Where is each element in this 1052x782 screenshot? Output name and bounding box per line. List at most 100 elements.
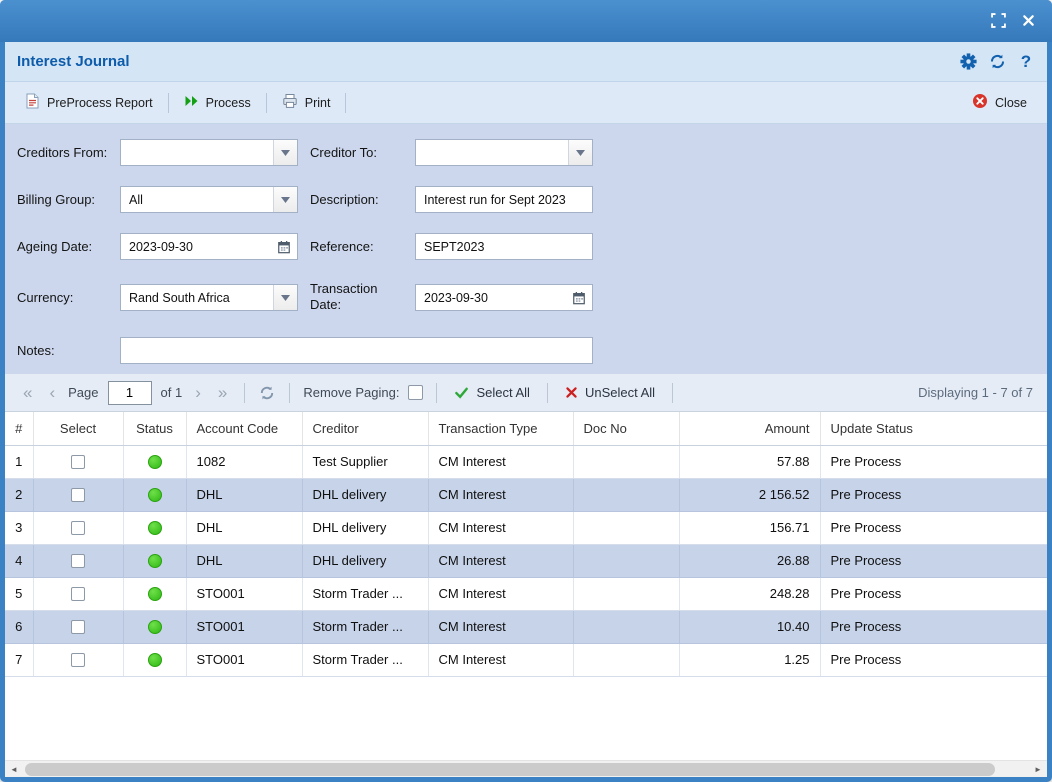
scrollbar-track[interactable] — [23, 761, 1029, 778]
col-header-num[interactable]: # — [5, 412, 33, 445]
help-icon[interactable]: ? — [1017, 53, 1035, 71]
preprocess-report-button[interactable]: PreProcess Report — [15, 87, 163, 118]
calendar-icon[interactable] — [271, 234, 297, 259]
creditors-from-label: Creditors From: — [17, 139, 107, 166]
row-select-checkbox[interactable] — [71, 488, 85, 502]
amount-cell: 1.25 — [679, 643, 820, 676]
account-code-cell: STO001 — [186, 577, 302, 610]
row-select-checkbox[interactable] — [71, 587, 85, 601]
transaction-date-field[interactable]: 2023-09-30 — [415, 284, 593, 311]
window-content: Interest Journal — [5, 42, 1047, 777]
col-header-amount[interactable]: Amount — [679, 412, 820, 445]
col-header-select[interactable]: Select — [33, 412, 123, 445]
transaction-type-cell: CM Interest — [428, 511, 573, 544]
amount-cell: 26.88 — [679, 544, 820, 577]
row-select-checkbox[interactable] — [71, 620, 85, 634]
unselect-all-button[interactable]: UnSelect All — [561, 385, 659, 400]
paging-separator — [244, 383, 245, 403]
status-green-indicator — [148, 554, 162, 568]
description-input[interactable] — [415, 186, 593, 213]
horizontal-scrollbar[interactable]: ◄ ► — [5, 760, 1047, 777]
account-code-cell: STO001 — [186, 610, 302, 643]
remove-paging-checkbox[interactable] — [408, 385, 423, 400]
status-cell — [123, 478, 186, 511]
transaction-date-value: 2023-09-30 — [416, 291, 566, 305]
select-cell — [33, 511, 123, 544]
transaction-type-cell: CM Interest — [428, 445, 573, 478]
update-status-cell: Pre Process — [820, 478, 1047, 511]
select-all-label: Select All — [476, 385, 529, 400]
page-number-input[interactable] — [108, 381, 152, 405]
chevron-down-icon[interactable] — [568, 140, 592, 165]
creditor-to-select[interactable] — [415, 139, 593, 166]
process-button[interactable]: Process — [174, 88, 261, 117]
grid-refresh-icon[interactable] — [258, 384, 276, 402]
next-page-button[interactable]: › — [191, 384, 205, 401]
select-cell — [33, 544, 123, 577]
close-circle-icon — [972, 93, 988, 112]
print-label: Print — [305, 96, 331, 110]
table-row: 6STO001Storm Trader ...CM Interest10.40P… — [5, 610, 1047, 643]
col-header-creditor[interactable]: Creditor — [302, 412, 428, 445]
report-icon — [25, 93, 40, 112]
close-icon[interactable] — [1020, 12, 1036, 28]
creditors-from-select[interactable] — [120, 139, 298, 166]
currency-select[interactable]: Rand South Africa — [120, 284, 298, 311]
chevron-down-icon[interactable] — [273, 140, 297, 165]
transaction-type-cell: CM Interest — [428, 478, 573, 511]
col-header-account-code[interactable]: Account Code — [186, 412, 302, 445]
displaying-status: Displaying 1 - 7 of 7 — [918, 385, 1033, 400]
reference-input[interactable] — [415, 233, 593, 260]
col-header-transaction-type[interactable]: Transaction Type — [428, 412, 573, 445]
row-number-cell: 4 — [5, 544, 33, 577]
previous-page-button[interactable]: ‹ — [45, 384, 59, 401]
status-green-indicator — [148, 653, 162, 667]
row-number-cell: 3 — [5, 511, 33, 544]
select-cell — [33, 445, 123, 478]
update-status-cell: Pre Process — [820, 544, 1047, 577]
scrollbar-thumb[interactable] — [25, 763, 995, 776]
status-cell — [123, 577, 186, 610]
last-page-button[interactable]: » — [214, 384, 231, 401]
col-header-doc-no[interactable]: Doc No — [573, 412, 679, 445]
col-header-status[interactable]: Status — [123, 412, 186, 445]
maximize-icon[interactable] — [990, 12, 1006, 28]
row-number-cell: 7 — [5, 643, 33, 676]
table-header-row: # Select Status Account Code Creditor Tr… — [5, 412, 1047, 445]
status-green-indicator — [148, 620, 162, 634]
chevron-down-icon[interactable] — [273, 187, 297, 212]
creditor-to-label: Creditor To: — [310, 139, 377, 166]
col-header-update-status[interactable]: Update Status — [820, 412, 1047, 445]
refresh-icon[interactable] — [988, 53, 1006, 71]
close-button[interactable]: Close — [962, 87, 1037, 118]
printer-icon — [282, 93, 298, 112]
scroll-left-arrow-icon[interactable]: ◄ — [5, 761, 23, 778]
creditor-cell: DHL delivery — [302, 544, 428, 577]
select-cell — [33, 577, 123, 610]
select-all-button[interactable]: Select All — [450, 385, 533, 400]
gear-icon[interactable] — [959, 53, 977, 71]
billing-group-select[interactable]: All — [120, 186, 298, 213]
creditor-cell: Storm Trader ... — [302, 577, 428, 610]
ageing-date-field[interactable]: 2023-09-30 — [120, 233, 298, 260]
table-row: 5STO001Storm Trader ...CM Interest248.28… — [5, 577, 1047, 610]
window-titlebar — [0, 0, 1052, 42]
row-select-checkbox[interactable] — [71, 521, 85, 535]
table-row: 4DHLDHL deliveryCM Interest26.88Pre Proc… — [5, 544, 1047, 577]
status-cell — [123, 610, 186, 643]
calendar-icon[interactable] — [566, 285, 592, 310]
creditor-cell: DHL delivery — [302, 478, 428, 511]
notes-input[interactable] — [120, 337, 593, 364]
row-select-checkbox[interactable] — [71, 455, 85, 469]
filter-form: Creditors From: Creditor To: Billing Gro… — [5, 124, 1047, 374]
table-row: 3DHLDHL deliveryCM Interest156.71Pre Pro… — [5, 511, 1047, 544]
first-page-button[interactable]: « — [19, 384, 36, 401]
row-select-checkbox[interactable] — [71, 653, 85, 667]
row-select-checkbox[interactable] — [71, 554, 85, 568]
chevron-down-icon[interactable] — [273, 285, 297, 310]
scroll-right-arrow-icon[interactable]: ► — [1029, 761, 1047, 778]
page-of-label: of 1 — [161, 385, 183, 400]
doc-no-cell — [573, 577, 679, 610]
print-button[interactable]: Print — [272, 87, 341, 118]
paging-separator — [672, 383, 673, 403]
